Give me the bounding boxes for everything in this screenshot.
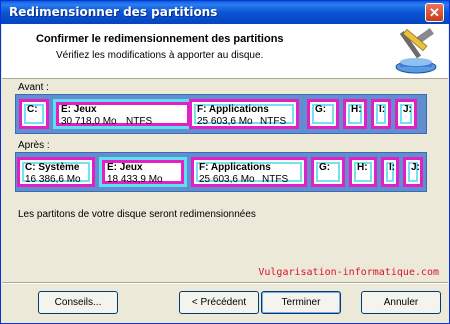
before-label: Avant : <box>18 82 49 93</box>
window-title: Redimensionner des partitions <box>9 5 218 19</box>
partition-label: H: <box>357 162 368 173</box>
cancel-button[interactable]: Annuler <box>361 291 441 314</box>
before-partition-j[interactable]: J: <box>395 99 417 129</box>
page-title: Confirmer le redimensionnement des parti… <box>36 33 284 45</box>
after-partition-h[interactable]: H: <box>349 157 377 187</box>
after-label: Après : <box>18 140 50 151</box>
watermark: Vulgarisation-informatique.com <box>258 267 439 278</box>
partition-size: 16 386,6 Mo <box>25 174 81 185</box>
after-partition-e[interactable]: E: Jeux 18 433,9 Mo <box>99 157 187 187</box>
wizard-header: Confirmer le redimensionnement des parti… <box>2 24 448 79</box>
partition-label: J: <box>411 162 420 173</box>
partition-label: C: Système <box>25 162 80 173</box>
finish-button[interactable]: Terminer <box>261 291 341 314</box>
partition-label: I: <box>389 162 396 173</box>
partition-label: F: Applications <box>197 104 269 115</box>
tips-button[interactable]: Conseils... <box>38 291 118 314</box>
before-partition-e[interactable]: E: Jeux 30 718,0 Mo NTFS <box>53 99 193 129</box>
partition-fs: NTFS <box>126 116 153 127</box>
partition-label: E: Jeux <box>61 104 97 115</box>
after-partition-g[interactable]: G: <box>311 157 345 187</box>
partition-label: I: <box>379 104 386 115</box>
partition-label: G: <box>315 104 327 115</box>
close-icon: ✕ <box>429 5 440 20</box>
partition-label: C: <box>27 104 38 115</box>
wizard-window: Redimensionner des partitions ✕ Confirme… <box>0 0 450 324</box>
after-partition-i[interactable]: I: <box>381 157 399 187</box>
partition-size: 25 603,6 Mo <box>197 116 253 127</box>
partition-size: 18 433,9 Mo <box>107 174 163 185</box>
title-bar[interactable]: Redimensionner des partitions ✕ <box>1 1 449 24</box>
partition-label: F: Applications <box>199 162 271 173</box>
close-button[interactable]: ✕ <box>425 3 444 22</box>
partition-fs: NTFS <box>262 174 289 185</box>
before-partition-h[interactable]: H: <box>343 99 367 129</box>
partition-label: J: <box>403 104 412 115</box>
partition-size: 30 718,0 Mo <box>61 116 117 127</box>
before-partition-i[interactable]: I: <box>371 99 391 129</box>
divider <box>2 282 448 284</box>
partition-label: E: Jeux <box>107 162 143 173</box>
partition-size: 25 603,6 Mo <box>199 174 255 185</box>
after-partition-j[interactable]: J: <box>403 157 423 187</box>
after-partition-f[interactable]: F: Applications 25 603,6 Mo NTFS <box>191 157 307 187</box>
back-button[interactable]: < Précédent <box>179 291 259 314</box>
page-subtitle: Vérifiez les modifications à apporter au… <box>56 50 264 61</box>
partition-label: H: <box>351 104 362 115</box>
partition-tool-icon <box>395 27 437 74</box>
partition-label: G: <box>319 162 331 173</box>
partition-fs: NTFS <box>260 116 287 127</box>
disk-before: C: E: Jeux 30 718,0 Mo NTFS F: Applicati… <box>15 94 427 134</box>
before-partition-g[interactable]: G: <box>307 99 339 129</box>
after-partition-c[interactable]: C: Système 16 386,6 Mo <box>17 157 95 187</box>
disk-after: C: Système 16 386,6 Mo E: Jeux 18 433,9 … <box>15 152 427 192</box>
before-partition-c[interactable]: C: <box>19 99 49 129</box>
info-text: Les partitons de votre disque seront red… <box>18 209 256 220</box>
before-partition-f[interactable]: F: Applications 25 603,6 Mo NTFS <box>189 99 299 129</box>
